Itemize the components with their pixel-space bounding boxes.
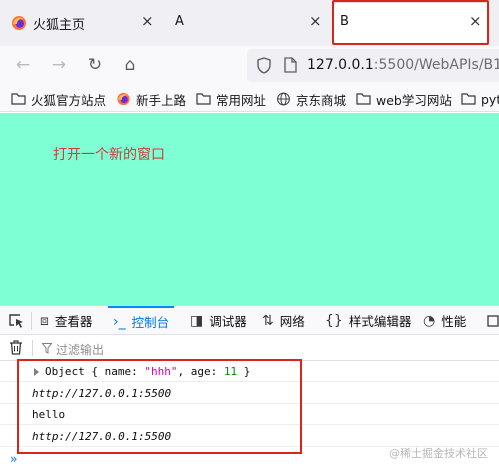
forward-arrow-icon[interactable]: → [48, 54, 70, 76]
devtools-tab-label: 性能 [441, 314, 467, 329]
bookmark-link[interactable]: 新手上路 [116, 90, 186, 108]
bookmark-folder[interactable]: 火狐官方站点 [11, 90, 106, 108]
inspector-icon: ⧈ [40, 312, 49, 329]
url-path: :5500/WebAPIs/B1.h [373, 57, 499, 73]
url-bar[interactable]: 127.0.0.1:5500/WebAPIs/B1.h [247, 49, 499, 82]
folder-icon [461, 93, 476, 105]
globe-icon [277, 92, 290, 106]
firefox-icon [12, 16, 26, 30]
console-prompt[interactable]: » [10, 452, 17, 466]
debugger-icon: ◨ [190, 312, 204, 329]
expand-triangle-icon[interactable] [34, 368, 39, 376]
tab-title: A [175, 14, 184, 29]
tab-debugger[interactable]: ◨ 调试器 [190, 306, 247, 335]
watermark: @稀土掘金技术社区 [389, 447, 488, 460]
bookmarks-bar: 火狐官方站点 新手上路 常用网址 京东商城 web学习网站 pyt [0, 86, 499, 112]
bookmark-label: pyt [481, 91, 499, 107]
object-age-value: 11 [223, 365, 238, 378]
bookmark-label: 新手上路 [136, 92, 187, 108]
bookmark-label: 京东商城 [296, 92, 347, 108]
page-content: 打开一个新的窗口 [0, 113, 499, 305]
element-picker-icon[interactable] [8, 313, 25, 329]
tab-performance[interactable]: ◔ 性能 [423, 306, 466, 335]
toolbar-divider [31, 312, 32, 330]
folder-icon [11, 93, 26, 105]
tab-network[interactable]: ⇅ 网络 [262, 306, 305, 335]
tab-inspector[interactable]: ⧈ 查看器 [40, 306, 92, 335]
tab-style-editor[interactable]: {} 样式编辑器 [325, 306, 411, 335]
devtools-tab-label: 查看器 [54, 314, 93, 329]
filter-output-input[interactable]: 过滤输出 [56, 341, 104, 358]
tab-firefox-home[interactable]: 火狐主页 × [0, 0, 160, 46]
reload-icon[interactable]: ↻ [84, 54, 106, 76]
bookmark-label: 火狐官方站点 [31, 92, 107, 108]
bookmark-link[interactable]: 京东商城 [276, 90, 346, 108]
active-tab-background [333, 3, 488, 43]
filter-icon [42, 343, 52, 354]
console-message: http://127.0.0.1:5500 [0, 383, 499, 404]
console-filter-bar: 过滤输出 [0, 335, 499, 361]
object-prefix: Object { name: [45, 365, 145, 378]
tab-console[interactable]: ›_ 控制台 [108, 306, 175, 335]
tab-title: B [340, 14, 349, 29]
toolbar-divider [32, 340, 33, 356]
tab-strip: 火狐主页 × A × B × [0, 0, 499, 46]
close-tab-icon[interactable]: × [309, 14, 322, 29]
devtools-toolbar: ⧈ 查看器 ›_ 控制台 ◨ 调试器 ⇅ 网络 {} 样式编辑器 ◔ 性能 [0, 305, 499, 335]
home-icon[interactable]: ⌂ [119, 54, 141, 76]
bookmark-folder[interactable]: web学习网站 [356, 90, 452, 108]
devtools-tab-label: 控制台 [131, 315, 170, 330]
console-message: hello [0, 404, 499, 425]
console-message: http://127.0.0.1:5500 [0, 426, 499, 447]
console-icon: ›_ [113, 313, 126, 330]
back-arrow-icon[interactable]: ← [12, 54, 34, 76]
object-suffix: } [237, 365, 251, 378]
bookmark-label: web学习网站 [376, 92, 452, 108]
tab-a[interactable]: A × [165, 0, 325, 46]
memory-icon[interactable] [486, 314, 499, 328]
console-message[interactable]: Object { name: "hhh", age: 11 } [0, 361, 499, 382]
bookmark-folder[interactable]: 常用网址 [196, 90, 266, 108]
shield-icon[interactable] [257, 57, 271, 74]
folder-icon [196, 93, 211, 105]
style-editor-icon: {} [325, 312, 343, 329]
url-host: 127.0.0.1 [307, 57, 374, 73]
close-tab-icon[interactable]: × [469, 14, 482, 29]
logged-object[interactable]: Object { name: "hhh", age: 11 } [45, 365, 250, 378]
devtools-tab-label: 网络 [279, 314, 305, 329]
page-icon[interactable] [284, 57, 297, 73]
open-new-window-link[interactable]: 打开一个新的窗口 [53, 144, 165, 164]
object-name-value: "hhh" [144, 365, 178, 378]
navigation-toolbar: ← → ↻ ⌂ 127.0.0.1:5500/WebAPIs/B1.h [0, 46, 499, 86]
object-mid: , age: [177, 365, 224, 378]
bookmark-folder[interactable]: pyt [461, 90, 499, 108]
url-text[interactable]: 127.0.0.1:5500/WebAPIs/B1.h [307, 57, 499, 73]
console-text: hello [32, 408, 66, 421]
performance-icon: ◔ [423, 312, 436, 329]
bookmark-label: 常用网址 [216, 92, 267, 108]
close-tab-icon[interactable]: × [141, 14, 154, 29]
folder-icon [356, 93, 371, 105]
console-text: http://127.0.0.1:5500 [32, 387, 172, 400]
network-icon: ⇅ [262, 312, 274, 329]
firefox-icon [117, 92, 130, 106]
tab-title: 火狐主页 [33, 18, 86, 33]
console-text: http://127.0.0.1:5500 [32, 430, 172, 443]
tab-b-active[interactable]: B × [332, 0, 489, 46]
devtools-tab-label: 样式编辑器 [348, 314, 412, 329]
devtools-tab-label: 调试器 [209, 314, 247, 329]
trash-icon[interactable] [9, 340, 23, 355]
